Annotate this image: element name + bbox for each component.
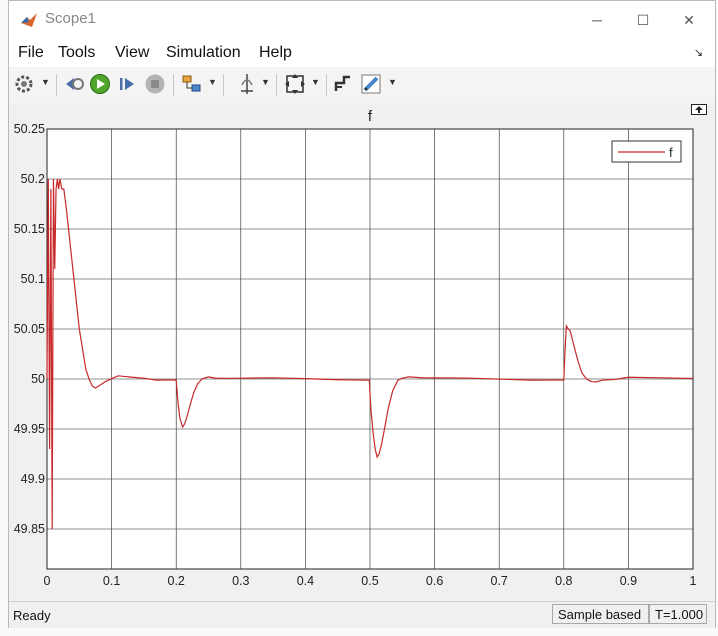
close-button[interactable]: ✕ [666, 7, 712, 33]
x-tick-labels: 0 0.1 0.2 0.3 0.4 0.5 0.6 0.7 0.8 0.9 1 [44, 574, 697, 588]
x-tick-label: 0 [44, 574, 51, 588]
legend-label: f [669, 145, 673, 160]
close-icon: ✕ [683, 11, 695, 28]
chart-title: f [368, 108, 373, 125]
undock-axes-icon[interactable] [691, 104, 707, 115]
zoom-fit-icon[interactable] [283, 72, 307, 96]
edit-dropdown-icon[interactable]: ▼ [388, 77, 397, 87]
x-tick-label: 0.8 [555, 574, 572, 588]
maximize-button[interactable]: ☐ [620, 7, 666, 33]
x-tick-label: 0.9 [620, 574, 637, 588]
y-tick-label: 50.05 [14, 322, 45, 336]
x-tick-label: 0.6 [426, 574, 443, 588]
menu-file[interactable]: File [18, 44, 44, 62]
run-icon[interactable] [88, 72, 112, 96]
x-tick-label: 0.4 [297, 574, 314, 588]
settings-dropdown-icon[interactable]: ▼ [41, 77, 50, 87]
minimize-button[interactable]: ─ [574, 7, 620, 33]
status-ready-text: Ready [13, 608, 51, 623]
y-tick-label: 50 [31, 372, 45, 386]
y-tick-label: 50.1 [21, 272, 45, 286]
y-tick-label: 49.95 [14, 422, 45, 436]
menu-help[interactable]: Help [259, 44, 292, 62]
frequency-chart[interactable]: f 0 0.1 0.2 0.3 0.4 0.5 0.6 0.7 0.8 0.9 1 49.8549.… [9, 103, 715, 601]
measure-dropdown-icon[interactable]: ▼ [261, 77, 270, 87]
highlight-dropdown-icon[interactable]: ▼ [208, 77, 217, 87]
toolbar-separator [326, 74, 327, 96]
matlab-logo-icon [21, 13, 37, 27]
minimize-icon: ─ [592, 12, 602, 28]
sample-mode-indicator: Sample based [552, 604, 649, 624]
x-tick-label: 0.5 [361, 574, 378, 588]
scope-window: Scope1 ─ ☐ ✕ File Tools View Simulation … [8, 0, 716, 628]
plot-panel: f 0 0.1 0.2 0.3 0.4 0.5 0.6 0.7 0.8 0.9 1 49.85 49.… [9, 103, 715, 601]
y-tick-labels: 49.85 49.9 49.95 50 50.05 50.1 50.15 50.2 50.25 [14, 122, 45, 536]
x-tick-label: 0.7 [491, 574, 508, 588]
dock-pin-icon[interactable]: ↘ [694, 46, 703, 59]
step-back-icon[interactable] [62, 72, 86, 96]
maximize-icon: ☐ [636, 11, 650, 28]
legend[interactable]: f [611, 140, 682, 163]
x-tick-label: 0.2 [168, 574, 185, 588]
style-icon[interactable] [331, 72, 355, 96]
toolbar: ▼ ▼ ▼ ▼ ▼ [9, 67, 715, 104]
toolbar-separator [56, 74, 57, 96]
title-bar[interactable]: Scope1 ─ ☐ ✕ [9, 1, 715, 39]
window-title: Scope1 [45, 10, 96, 27]
y-tick-label: 50.2 [21, 172, 45, 186]
toolbar-separator [173, 74, 174, 96]
y-tick-label: 50.15 [14, 222, 45, 236]
stop-icon[interactable] [143, 72, 167, 96]
menu-tools[interactable]: Tools [58, 44, 95, 62]
highlight-icon[interactable] [180, 72, 204, 96]
edit-icon[interactable] [359, 72, 383, 96]
cursor-measure-icon[interactable] [235, 72, 259, 96]
toolbar-separator [276, 74, 277, 96]
settings-icon[interactable] [12, 72, 36, 96]
status-bar: Ready Sample based T=1.000 [9, 601, 715, 628]
y-tick-label: 49.85 [14, 522, 45, 536]
zoom-dropdown-icon[interactable]: ▼ [311, 77, 320, 87]
menu-bar: File Tools View Simulation Help ↘ [9, 39, 715, 67]
x-tick-label: 0.1 [103, 574, 120, 588]
x-tick-label: 1 [690, 574, 697, 588]
y-tick-label: 50.25 [14, 122, 45, 136]
menu-view[interactable]: View [115, 44, 149, 62]
sim-time-indicator: T=1.000 [649, 604, 707, 624]
x-tick-label: 0.3 [232, 574, 249, 588]
menu-simulation[interactable]: Simulation [166, 44, 241, 62]
toolbar-separator [223, 74, 224, 96]
y-tick-label: 49.9 [21, 472, 45, 486]
step-forward-icon[interactable] [115, 72, 139, 96]
